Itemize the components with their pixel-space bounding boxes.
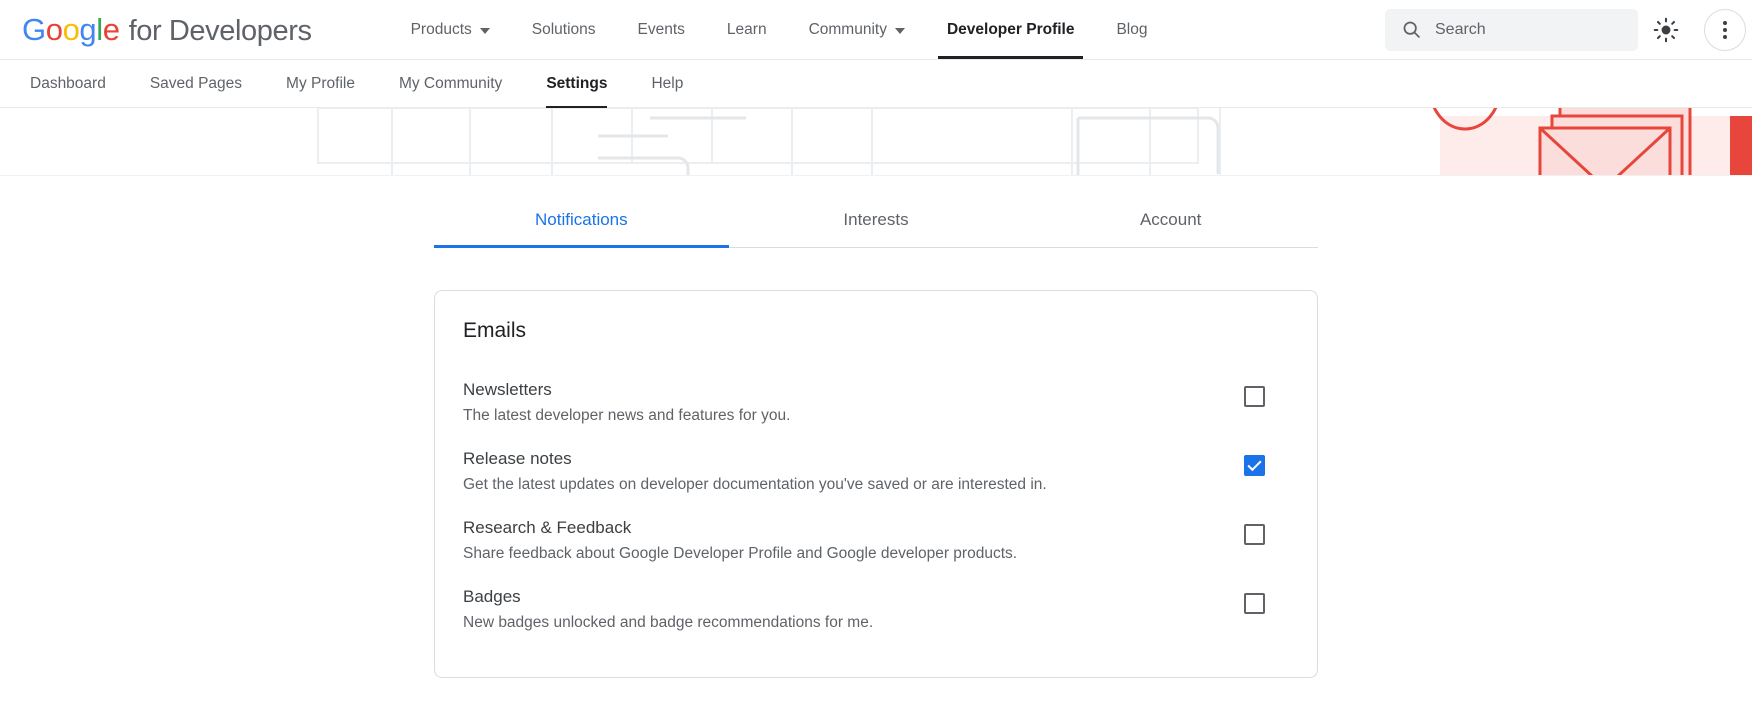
settings-tabs: Notifications Interests Account <box>434 190 1318 248</box>
nav-item-blog[interactable]: Blog <box>1095 0 1168 59</box>
top-header: Google for Developers Products Solutions… <box>0 0 1752 59</box>
settings-content: Notifications Interests Account Emails N… <box>0 190 1752 678</box>
nav-item-solutions[interactable]: Solutions <box>511 0 617 59</box>
preference-row-badges: Badges New badges unlocked and badge rec… <box>463 578 1289 647</box>
more-options-button[interactable] <box>1704 9 1746 51</box>
subnav-label: My Profile <box>286 75 355 93</box>
preference-text: Badges New badges unlocked and badge rec… <box>463 587 873 634</box>
secondary-navigation: Dashboard Saved Pages My Profile My Comm… <box>0 59 1752 108</box>
preference-description: New badges unlocked and badge recommenda… <box>463 613 873 634</box>
nav-item-products[interactable]: Products <box>390 0 511 59</box>
subnav-label: Help <box>651 75 683 93</box>
logo-letter-g2: g <box>79 12 96 47</box>
logo-letter-g: G <box>22 12 46 47</box>
subnav-item-settings[interactable]: Settings <box>524 59 629 108</box>
nav-item-developer-profile[interactable]: Developer Profile <box>926 0 1096 59</box>
tab-label: Notifications <box>535 210 628 229</box>
subnav-item-my-profile[interactable]: My Profile <box>264 59 377 108</box>
preference-description: The latest developer news and features f… <box>463 406 790 427</box>
tab-interests[interactable]: Interests <box>729 190 1024 247</box>
subnav-label: My Community <box>399 75 502 93</box>
subnav-label: Dashboard <box>30 75 106 93</box>
preference-text: Release notes Get the latest updates on … <box>463 449 1047 496</box>
preference-text: Research & Feedback Share feedback about… <box>463 518 1017 565</box>
nav-label: Solutions <box>532 21 596 39</box>
tab-label: Interests <box>843 210 908 229</box>
preference-row-newsletters: Newsletters The latest developer news an… <box>463 371 1289 440</box>
emails-settings-card: Emails Newsletters The latest developer … <box>434 290 1318 678</box>
google-for-developers-logo[interactable]: Google for Developers <box>0 12 312 48</box>
theme-toggle-button[interactable] <box>1642 6 1690 54</box>
banner-illustration <box>0 108 1752 176</box>
preference-row-release-notes: Release notes Get the latest updates on … <box>463 440 1289 509</box>
subnav-item-saved-pages[interactable]: Saved Pages <box>128 59 264 108</box>
nav-label: Learn <box>727 21 767 39</box>
subnav-item-dashboard[interactable]: Dashboard <box>8 59 128 108</box>
search-placeholder: Search <box>1435 21 1486 39</box>
preference-title: Research & Feedback <box>463 518 1017 538</box>
header-actions: Search <box>1385 6 1752 54</box>
subnav-label: Settings <box>546 75 607 93</box>
nav-item-learn[interactable]: Learn <box>706 0 788 59</box>
preference-description: Share feedback about Google Developer Pr… <box>463 544 1017 565</box>
tab-account[interactable]: Account <box>1023 190 1318 247</box>
preference-title: Release notes <box>463 449 1047 469</box>
nav-item-community[interactable]: Community <box>788 0 926 59</box>
checkbox-release-notes[interactable] <box>1244 455 1265 476</box>
checkbox-badges[interactable] <box>1244 593 1265 614</box>
nav-label: Developer Profile <box>947 21 1075 39</box>
nav-label: Community <box>809 21 887 39</box>
profile-banner <box>0 108 1752 176</box>
preference-title: Badges <box>463 587 873 607</box>
tab-notifications[interactable]: Notifications <box>434 190 729 247</box>
search-icon <box>1401 19 1422 40</box>
more-vertical-icon <box>1723 21 1727 39</box>
check-icon <box>1247 457 1261 471</box>
preference-title: Newsletters <box>463 380 790 400</box>
logo-suffix: for Developers <box>129 15 312 48</box>
primary-navigation: Products Solutions Events Learn Communit… <box>390 0 1169 59</box>
subnav-item-my-community[interactable]: My Community <box>377 59 524 108</box>
subnav-item-help[interactable]: Help <box>629 59 705 108</box>
preference-text: Newsletters The latest developer news an… <box>463 380 790 427</box>
sun-icon <box>1653 17 1679 43</box>
preference-row-research-feedback: Research & Feedback Share feedback about… <box>463 509 1289 578</box>
nav-label: Blog <box>1116 21 1147 39</box>
checkbox-newsletters[interactable] <box>1244 386 1265 407</box>
nav-label: Products <box>411 21 472 39</box>
chevron-down-icon <box>480 28 490 34</box>
checkbox-research-feedback[interactable] <box>1244 524 1265 545</box>
logo-letter-o1: o <box>46 12 63 47</box>
nav-item-events[interactable]: Events <box>617 0 706 59</box>
logo-letter-e: e <box>103 12 120 47</box>
card-title: Emails <box>463 319 1289 343</box>
tab-label: Account <box>1140 210 1201 229</box>
nav-label: Events <box>638 21 685 39</box>
preference-description: Get the latest updates on developer docu… <box>463 475 1047 496</box>
chevron-down-icon <box>895 28 905 34</box>
subnav-label: Saved Pages <box>150 75 242 93</box>
search-input[interactable]: Search <box>1385 9 1638 51</box>
google-wordmark: Google <box>22 12 120 48</box>
logo-letter-o2: o <box>63 12 80 47</box>
